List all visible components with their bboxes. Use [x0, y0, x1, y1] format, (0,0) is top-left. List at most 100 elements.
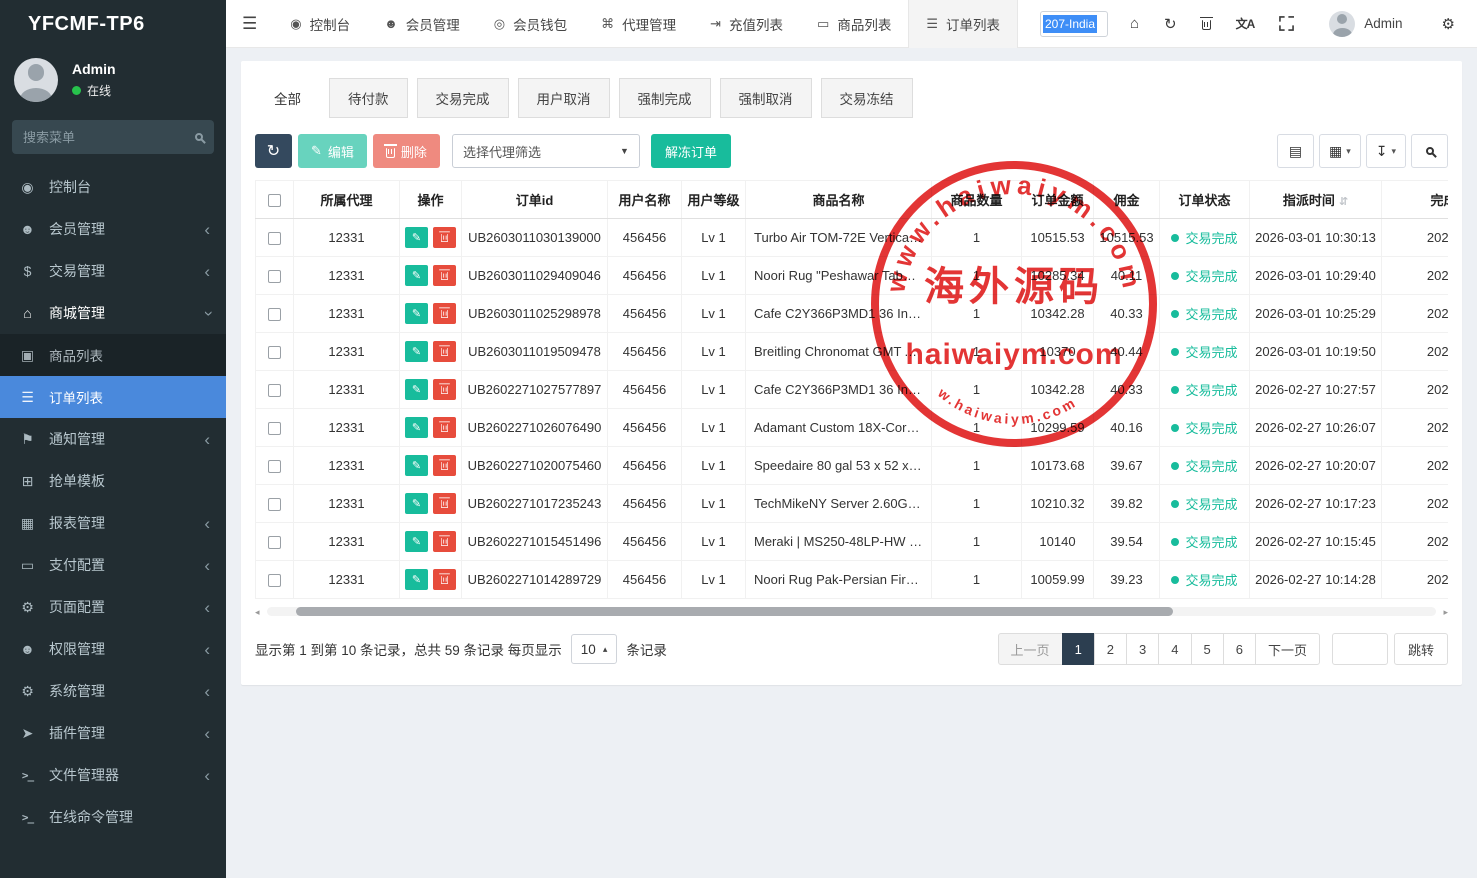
filter-tab-user-cancel[interactable]: 用户取消	[518, 78, 610, 118]
sidebar-item-grab-template[interactable]: ⊞抢单模板	[0, 460, 226, 502]
filter-tab-frozen[interactable]: 交易冻结	[821, 78, 913, 118]
sidebar-item-order-list[interactable]: ☰订单列表	[0, 376, 226, 418]
refresh-button[interactable]: ↻	[255, 134, 292, 168]
search-toggle-button[interactable]	[1411, 134, 1448, 168]
col-amount[interactable]: 订单金额	[1022, 181, 1094, 219]
search-icon[interactable]	[195, 133, 203, 141]
page-button-2[interactable]: 2	[1094, 633, 1127, 665]
row-delete-button[interactable]	[433, 303, 456, 324]
sidebar-item-trades[interactable]: $交易管理‹	[0, 250, 226, 292]
tab-agents[interactable]: ⌘代理管理	[584, 0, 693, 48]
row-edit-button[interactable]: ✎	[405, 417, 428, 438]
tab-recharge-list[interactable]: ⇥充值列表	[693, 0, 800, 48]
trash-icon[interactable]	[1202, 17, 1211, 30]
row-delete-button[interactable]	[433, 455, 456, 476]
row-checkbox[interactable]	[268, 308, 281, 321]
unfreeze-order-button[interactable]: 解冻订单	[651, 134, 731, 168]
row-delete-button[interactable]	[433, 265, 456, 286]
row-delete-button[interactable]	[433, 227, 456, 248]
tab-members[interactable]: ☻会员管理	[367, 0, 477, 48]
col-quantity[interactable]: 商品数量	[932, 181, 1022, 219]
menu-search-input[interactable]	[23, 130, 173, 145]
row-checkbox[interactable]	[268, 384, 281, 397]
columns-button[interactable]: ▦▾	[1319, 134, 1361, 168]
sidebar-item-plugins[interactable]: ➤插件管理‹	[0, 712, 226, 754]
col-commission[interactable]: 佣金	[1094, 181, 1160, 219]
delete-button[interactable]: 删除	[373, 134, 440, 168]
sort-icon[interactable]: ⇵	[1339, 196, 1348, 208]
col-user-level[interactable]: 用户等级	[682, 181, 746, 219]
row-edit-button[interactable]: ✎	[405, 455, 428, 476]
row-checkbox[interactable]	[268, 232, 281, 245]
sidebar-item-members[interactable]: ☻会员管理‹	[0, 208, 226, 250]
sidebar-item-permissions[interactable]: ☻权限管理‹	[0, 628, 226, 670]
row-edit-button[interactable]: ✎	[405, 531, 428, 552]
row-delete-button[interactable]	[433, 341, 456, 362]
user-menu[interactable]: Admin	[1329, 11, 1402, 37]
sidebar-item-system[interactable]: ⚙系统管理‹	[0, 670, 226, 712]
filter-tab-completed[interactable]: 交易完成	[417, 78, 509, 118]
page-size-select[interactable]: 10▴	[571, 634, 618, 664]
col-username[interactable]: 用户名称	[608, 181, 682, 219]
page-button-3[interactable]: 3	[1126, 633, 1159, 665]
sidebar-item-file-manager[interactable]: >_文件管理器‹	[0, 754, 226, 796]
scroll-left-icon[interactable]: ◂	[255, 607, 260, 617]
sidebar-item-payment-config[interactable]: ▭支付配置‹	[0, 544, 226, 586]
tab-product-list[interactable]: ▭商品列表	[800, 0, 908, 48]
sidebar-toggle-icon[interactable]: ☰	[226, 14, 273, 34]
row-checkbox[interactable]	[268, 422, 281, 435]
sidebar-item-reports[interactable]: ▦报表管理‹	[0, 502, 226, 544]
sidebar-item-mall[interactable]: ⌂商城管理‹	[0, 292, 226, 334]
tab-member-wallet[interactable]: ◎会员钱包	[477, 0, 584, 48]
filter-tab-force-complete[interactable]: 强制完成	[619, 78, 711, 118]
agent-filter-select[interactable]: 选择代理筛选▼	[452, 134, 640, 168]
refresh-icon[interactable]: ↻	[1164, 15, 1177, 33]
col-agent[interactable]: 所属代理	[294, 181, 400, 219]
row-edit-button[interactable]: ✎	[405, 303, 428, 324]
row-checkbox[interactable]	[268, 498, 281, 511]
scroll-right-icon[interactable]: ▸	[1443, 607, 1448, 617]
sidebar-item-page-config[interactable]: ⚙页面配置‹	[0, 586, 226, 628]
col-status[interactable]: 订单状态	[1160, 181, 1250, 219]
sidebar-item-notifications[interactable]: ⚑通知管理‹	[0, 418, 226, 460]
detail-view-button[interactable]: ▤	[1277, 134, 1314, 168]
scrollbar-track[interactable]	[267, 607, 1436, 616]
page-button-4[interactable]: 4	[1158, 633, 1191, 665]
row-edit-button[interactable]: ✎	[405, 341, 428, 362]
page-button-1[interactable]: 1	[1062, 633, 1095, 665]
row-edit-button[interactable]: ✎	[405, 569, 428, 590]
row-delete-button[interactable]	[433, 569, 456, 590]
row-checkbox[interactable]	[268, 536, 281, 549]
select-all-checkbox[interactable]	[268, 194, 281, 207]
translate-icon[interactable]: 文A	[1236, 15, 1255, 32]
filter-tab-pending[interactable]: 待付款	[329, 78, 408, 118]
export-button[interactable]: ↧▾	[1366, 134, 1406, 168]
fullscreen-icon[interactable]	[1279, 16, 1294, 31]
row-edit-button[interactable]: ✎	[405, 379, 428, 400]
col-order-id[interactable]: 订单id	[462, 181, 608, 219]
filter-tab-all[interactable]: 全部	[255, 78, 320, 118]
sidebar-item-online-command[interactable]: >_在线命令管理	[0, 796, 226, 838]
row-delete-button[interactable]	[433, 417, 456, 438]
scrollbar-thumb[interactable]	[296, 607, 1173, 616]
col-product-name[interactable]: 商品名称	[746, 181, 932, 219]
sidebar-item-product-list[interactable]: ▣商品列表	[0, 334, 226, 376]
jump-page-input[interactable]	[1332, 633, 1388, 665]
home-icon[interactable]: ⌂	[1130, 15, 1139, 32]
row-edit-button[interactable]: ✎	[405, 493, 428, 514]
row-checkbox[interactable]	[268, 346, 281, 359]
row-delete-button[interactable]	[433, 493, 456, 514]
page-button-6[interactable]: 6	[1223, 633, 1256, 665]
row-edit-button[interactable]: ✎	[405, 265, 428, 286]
row-edit-button[interactable]: ✎	[405, 227, 428, 248]
row-checkbox[interactable]	[268, 460, 281, 473]
row-delete-button[interactable]	[433, 531, 456, 552]
next-page-button[interactable]: 下一页	[1255, 633, 1320, 665]
sidebar-item-dashboard[interactable]: ◉控制台	[0, 166, 226, 208]
topnav-search-input[interactable]: 207-India	[1040, 11, 1108, 37]
row-checkbox[interactable]	[268, 270, 281, 283]
row-delete-button[interactable]	[433, 379, 456, 400]
tab-order-list[interactable]: ☰订单列表	[908, 0, 1018, 48]
prev-page-button[interactable]: 上一页	[998, 633, 1063, 665]
jump-button[interactable]: 跳转	[1394, 633, 1448, 665]
